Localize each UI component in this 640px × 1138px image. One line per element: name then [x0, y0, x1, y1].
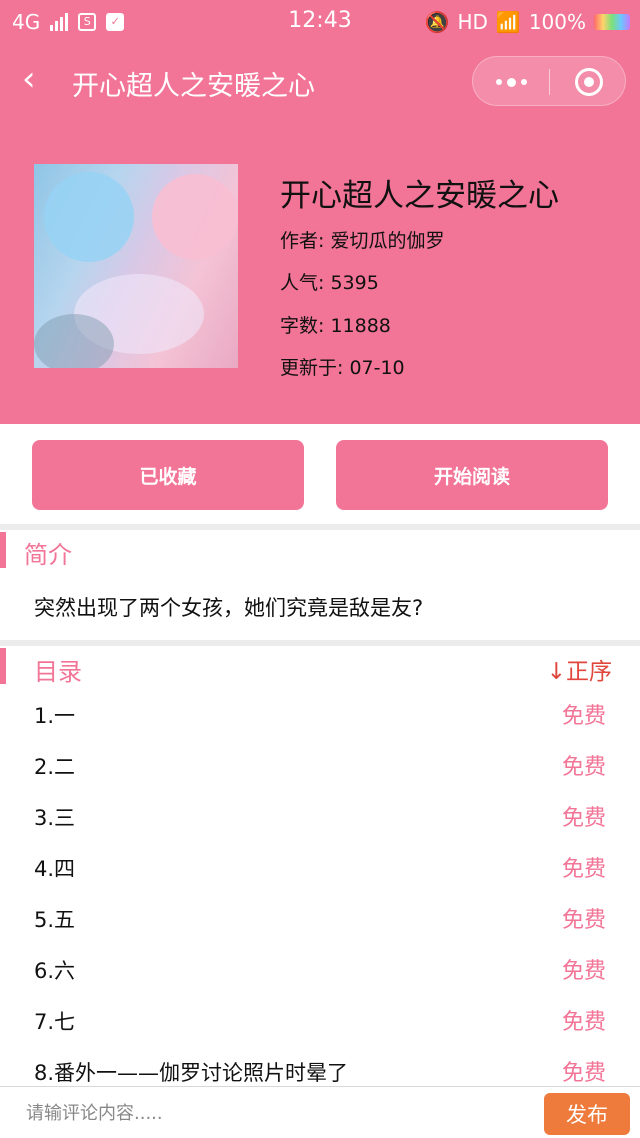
book-popularity: 人气: 5395: [280, 272, 379, 294]
hd-label: HD: [457, 10, 488, 34]
intro-text: 突然出现了两个女孩，她们究竟是敌是友?: [34, 596, 424, 620]
mute-bell-icon: 🔕: [424, 10, 450, 34]
chapter-title: 2.二: [34, 755, 76, 779]
comment-bar: 发布: [0, 1086, 640, 1138]
status-right: 🔕 HD 📶 100%: [425, 10, 630, 34]
book-author: 作者: 爱切瓜的伽罗: [280, 230, 445, 252]
section-divider: [0, 640, 640, 646]
chapter-item[interactable]: 3.三 免费: [0, 792, 640, 843]
nav-bar: ‹ 开心超人之安暖之心: [0, 50, 640, 114]
chapter-item[interactable]: 1.一 免费: [0, 690, 640, 741]
chapter-price: 免费: [561, 806, 606, 831]
book-cover-image: [34, 164, 238, 368]
mini-program-capsule: [472, 56, 626, 106]
battery-percent: 100%: [528, 10, 586, 34]
collect-button[interactable]: 已收藏: [32, 440, 304, 510]
book-word-count: 字数: 11888: [280, 315, 391, 337]
chapter-title: 1.一: [34, 704, 76, 728]
chapter-title: 3.三: [34, 806, 76, 830]
wifi-icon: 📶: [495, 10, 521, 34]
book-title: 开心超人之安暖之心: [280, 178, 559, 214]
more-dots-icon[interactable]: [473, 57, 549, 107]
chapter-price: 免费: [561, 959, 606, 984]
comment-input[interactable]: [26, 1097, 526, 1129]
chapter-list: 1.一 免费 2.二 免费 3.三 免费 4.四 免费 5.五 免费 6.六 免…: [0, 690, 640, 1098]
chapter-price: 免费: [561, 1061, 606, 1086]
back-arrow-icon[interactable]: ‹: [22, 62, 58, 98]
chapter-item[interactable]: 4.四 免费: [0, 843, 640, 894]
chapter-title: 7.七: [34, 1010, 76, 1034]
catalog-section-marker: [0, 648, 6, 684]
intro-heading: 简介: [24, 541, 72, 569]
chapter-price: 免费: [561, 755, 606, 780]
chapter-title: 4.四: [34, 857, 76, 881]
chapter-price: 免费: [561, 908, 606, 933]
chapter-item[interactable]: 7.七 免费: [0, 996, 640, 1047]
catalog-heading: 目录: [34, 658, 82, 686]
chapter-title: 6.六: [34, 959, 76, 983]
book-updated: 更新于: 07-10: [280, 357, 405, 379]
sort-order-toggle[interactable]: ↓正序: [547, 652, 612, 686]
battery-icon: [594, 14, 630, 30]
chapter-title: 5.五: [34, 908, 76, 932]
close-target-icon[interactable]: [575, 68, 603, 96]
chapter-price: 免费: [561, 704, 606, 729]
chapter-item[interactable]: 2.二 免费: [0, 741, 640, 792]
intro-section-marker: [0, 532, 6, 568]
chapter-price: 免费: [561, 1010, 606, 1035]
chapter-title: 8.番外一——伽罗讨论照片时晕了: [34, 1061, 349, 1085]
send-comment-button[interactable]: 发布: [544, 1093, 630, 1135]
chapter-price: 免费: [561, 857, 606, 882]
capsule-divider: [549, 69, 550, 95]
chapter-item[interactable]: 6.六 免费: [0, 945, 640, 996]
nav-title: 开心超人之安暖之心: [72, 71, 315, 102]
start-reading-button[interactable]: 开始阅读: [336, 440, 608, 510]
status-bar: 4G S ✓ 12:43 🔕 HD 📶 100%: [0, 0, 640, 44]
chapter-item[interactable]: 5.五 免费: [0, 894, 640, 945]
section-divider: [0, 524, 640, 530]
